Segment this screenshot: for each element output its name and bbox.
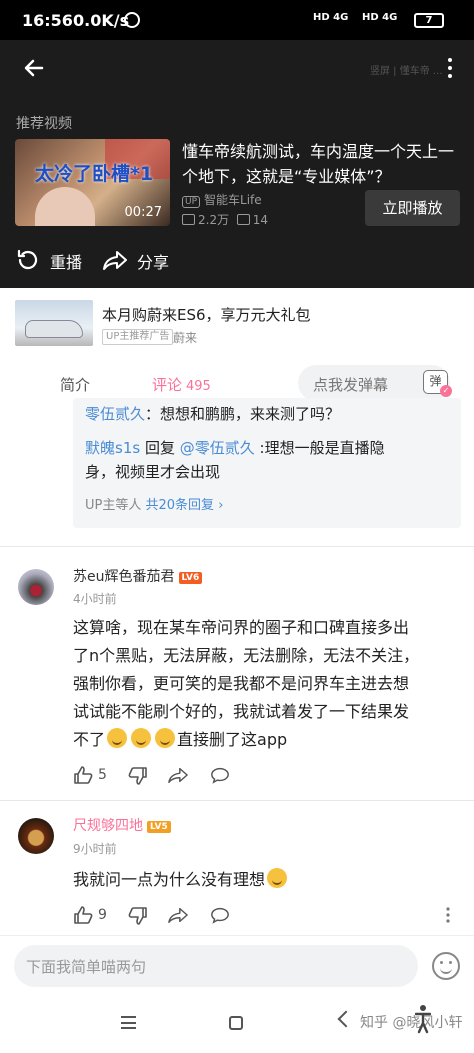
comment-text-fragment: 我就问一点为什么没有理想 [73, 870, 266, 889]
divider [0, 546, 474, 547]
reply-icon[interactable] [210, 906, 230, 924]
comment-text: 我就问一点为什么没有理想 [73, 866, 289, 894]
comment-text: 这算啥，现在某车帝问界的圈子和口碑直接多出 了n个黑贴，无法屏蔽，无法删除，无法… [73, 614, 419, 754]
danmaku-toggle-label: 弹 [429, 374, 442, 388]
reply-username[interactable]: 默魄s1s [85, 439, 140, 457]
signal-icon-2: HD 4G [362, 12, 398, 23]
battery-icon: 7 [414, 13, 444, 28]
comment-time: 4小时前 [73, 592, 117, 606]
check-icon: ✓ [440, 385, 452, 397]
comment-text-fragment: 直接删了这app [177, 730, 288, 749]
alarm-icon [124, 12, 140, 28]
comment-text-line: 不了 直接删了这app [73, 726, 419, 754]
comment-count: 495 [186, 379, 211, 394]
reply-verb: 回复 [140, 439, 180, 457]
back-arrow-icon[interactable] [22, 56, 46, 80]
reply-item: 默魄s1s 回复 @零伍贰久 :理想一般是直播隐 [85, 436, 385, 460]
comment-text-line: 强制你看，更可笑的是我都不是问界车主进去想 [73, 674, 410, 693]
reply-text: :理想一般是直播隐 [254, 439, 385, 457]
tab-comments-label: 评论 [152, 376, 183, 394]
replay-button[interactable]: 重播 [50, 249, 82, 273]
avatar[interactable] [18, 818, 54, 854]
author-name: 智能车Life [204, 193, 262, 207]
watermark: 知乎 @晓风小轩 [360, 1015, 463, 1031]
comment-text-fragment: 不了 [73, 730, 106, 749]
thumbnail-caption: 太冷了卧槽*1 [35, 163, 154, 185]
play-count: 2.2万 [198, 213, 230, 227]
status-bar: 16:56 0.0K/s HD 4G HD 4G 7 [0, 0, 474, 40]
view-all-replies-link[interactable]: UP主等人 共20条回复 › [85, 494, 223, 513]
level-badge: LV5 [147, 821, 171, 833]
play-now-button[interactable]: 立即播放 [365, 190, 460, 226]
comment-input-placeholder: 下面我简单喵两句 [26, 958, 147, 976]
recommended-video-title[interactable]: 懂车帝续航测试，车内温度一个天上一个地下，这就是“专业媒体”？ [182, 139, 462, 189]
like-icon[interactable] [73, 766, 93, 784]
reply-mention[interactable]: @零伍贰久 [180, 439, 255, 457]
ad-title[interactable]: 本月购蔚来ES6，享万元大礼包 [102, 304, 311, 325]
chevron-right-icon: › [218, 498, 224, 513]
accessibility-icon[interactable] [415, 1004, 431, 1034]
thumbnail-person [35, 187, 95, 226]
menu-icon[interactable] [121, 1016, 136, 1029]
recommended-video-thumbnail[interactable]: 太冷了卧槽*1 00:27 [15, 139, 170, 226]
more-vertical-icon[interactable] [438, 906, 458, 924]
reply-icon[interactable] [210, 766, 230, 784]
recommended-section-title: 推荐视频 [16, 116, 72, 132]
comment-text-line: 这算啥，现在某车帝问界的圈子和口碑直接多出 [73, 618, 410, 637]
share-icon[interactable] [168, 766, 188, 784]
reply-text: ：想想和鹏鹏，来来测了吗？ [145, 405, 341, 423]
tab-comments[interactable]: 评论 495 [152, 374, 211, 395]
share-button[interactable]: 分享 [137, 249, 169, 273]
comment-username[interactable]: 苏eu辉色番茄君 LV6 [73, 566, 203, 586]
ad-car-image [25, 320, 83, 338]
comment-username-text: 苏eu辉色番茄君 [73, 569, 175, 585]
like-icon[interactable] [73, 906, 93, 924]
danmaku-placeholder: 点我发弹幕 [313, 376, 389, 394]
recommended-video-stats: 2.2万 14 [182, 211, 268, 228]
emoji-icon [155, 728, 176, 748]
danmaku-count: 14 [252, 213, 269, 227]
comment-text-line: 试试能不能刷个好的，我就试着发了一下结果发 [73, 702, 410, 721]
reply-more-prefix: UP主等人 [85, 498, 146, 513]
share-icon[interactable] [168, 906, 188, 924]
share-icon[interactable] [102, 248, 128, 272]
video-ghost-text: 竖屏 | 懂车帝 ... [370, 66, 443, 77]
emoji-picker-icon[interactable] [432, 952, 460, 980]
divider [0, 800, 474, 801]
status-net-speed: 0.0K/s [73, 11, 130, 30]
comment-username-text: 尺规够四地 [73, 818, 143, 834]
play-count-icon [182, 214, 195, 225]
dislike-icon[interactable] [128, 907, 148, 925]
ad-brand: 蔚来 [173, 331, 198, 345]
video-duration: 00:27 [124, 205, 162, 220]
signal-icon: HD 4G [313, 12, 349, 23]
like-count: 9 [98, 907, 107, 923]
ad-thumbnail[interactable] [15, 300, 93, 346]
comment-text-line: 了n个黑贴，无法屏蔽，无法删除，无法不关注， [73, 646, 420, 665]
comment-username[interactable]: 尺规够四地 LV5 [73, 815, 171, 835]
status-time: 16:56 [22, 11, 73, 30]
reply-text-continued: 身，视频里才会出现 [85, 463, 221, 481]
reply-username[interactable]: 零伍贰久 [85, 405, 145, 423]
recommended-video-author[interactable]: UP 智能车Life [182, 191, 262, 208]
dislike-icon[interactable] [128, 767, 148, 785]
comment-time: 9小时前 [73, 842, 117, 856]
like-count: 5 [98, 767, 107, 783]
replay-icon[interactable] [16, 248, 40, 272]
reply-more-count: 共20条回复 [145, 498, 219, 513]
grin-emoji-icon [267, 868, 288, 888]
reply-item: 零伍贰久：想想和鹏鹏，来来测了吗？ [85, 402, 340, 426]
more-vertical-icon[interactable] [446, 56, 454, 80]
danmaku-count-icon [236, 214, 250, 225]
emoji-icon [131, 728, 152, 748]
tab-intro[interactable]: 简介 [60, 374, 90, 395]
emoji-icon [107, 728, 128, 748]
home-icon[interactable] [229, 1016, 243, 1030]
level-badge: LV6 [178, 572, 203, 584]
danmaku-toggle-icon[interactable]: 弹 ✓ [423, 370, 452, 397]
ad-tag: UP主推荐广告 [102, 329, 174, 345]
avatar[interactable] [18, 569, 54, 605]
up-badge: UP [182, 196, 201, 208]
